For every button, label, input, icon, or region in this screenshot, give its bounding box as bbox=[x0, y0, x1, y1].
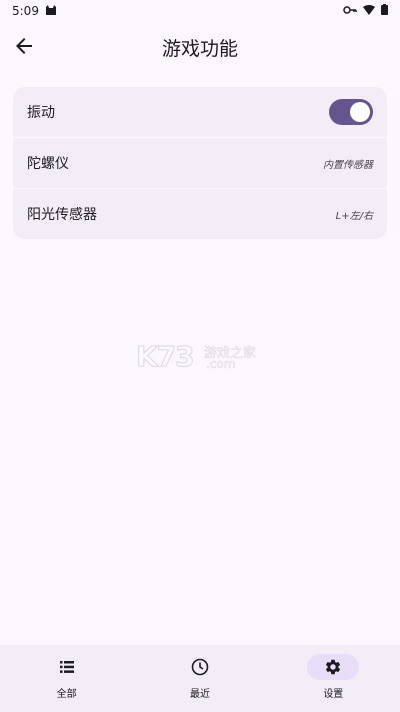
wifi-icon bbox=[363, 4, 375, 15]
nav-label: 全部 bbox=[56, 689, 77, 700]
app-bar: 游戏功能 bbox=[0, 22, 400, 72]
battery-icon bbox=[381, 4, 388, 15]
setting-label: 陀螺仪 bbox=[27, 156, 69, 172]
gear-icon bbox=[326, 659, 341, 675]
setting-value: L+左/右 bbox=[335, 210, 373, 222]
page-title: 游戏功能 bbox=[161, 38, 238, 60]
clock-icon bbox=[191, 658, 209, 676]
nav-item-settings[interactable]: 设置 bbox=[267, 645, 400, 712]
setting-row-sun-sensor[interactable]: 阳光传感器 L+左/右 bbox=[13, 189, 387, 239]
cat-notification-icon bbox=[45, 4, 57, 19]
toggle-knob bbox=[350, 102, 370, 122]
list-icon bbox=[59, 661, 74, 673]
status-icons bbox=[343, 4, 388, 15]
nav-label: 最近 bbox=[189, 689, 210, 700]
watermark-logo: K73 bbox=[135, 339, 195, 373]
setting-row-gyroscope[interactable]: 陀螺仪 内置传感器 bbox=[13, 138, 387, 189]
status-bar: 5:09 bbox=[0, 0, 400, 22]
setting-row-vibration[interactable]: 振动 bbox=[13, 87, 387, 138]
status-time: 5:09 bbox=[12, 4, 39, 18]
watermark-domain: .com bbox=[206, 357, 236, 372]
setting-value: 内置传感器 bbox=[323, 159, 373, 171]
vibration-toggle[interactable] bbox=[329, 99, 373, 125]
nav-item-recent[interactable]: 最近 bbox=[133, 645, 266, 712]
settings-card: 振动 陀螺仪 内置传感器 阳光传感器 L+左/右 bbox=[13, 87, 387, 239]
nav-label: 设置 bbox=[323, 689, 344, 700]
nav-item-all[interactable]: 全部 bbox=[0, 645, 133, 712]
vpn-key-icon bbox=[343, 5, 357, 14]
setting-label: 振动 bbox=[27, 105, 55, 121]
setting-label: 阳光传感器 bbox=[27, 207, 97, 223]
watermark: K73 游戏之家 .com bbox=[135, 339, 266, 374]
bottom-nav: 全部 最近 设置 bbox=[0, 645, 400, 712]
